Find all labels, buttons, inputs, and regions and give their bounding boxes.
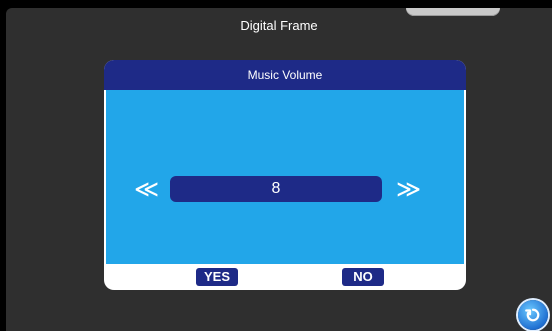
return-icon[interactable] [518, 300, 548, 330]
dialog-body: ≪ 8 ≫ [106, 90, 464, 264]
app-title: Digital Frame [240, 18, 318, 33]
decrease-volume-button[interactable]: ≪ [134, 178, 159, 202]
dialog-title: Music Volume [104, 60, 466, 90]
yes-button[interactable]: YES [196, 268, 238, 286]
return-arrow-icon [525, 308, 540, 322]
no-button[interactable]: NO [342, 268, 384, 286]
top-tab [406, 8, 500, 16]
increase-volume-button[interactable]: ≫ [396, 178, 421, 202]
device-screen: Digital Frame Music Volume ≪ 8 ≫ YES NO [6, 8, 552, 331]
volume-dialog: Music Volume ≪ 8 ≫ YES NO [104, 60, 466, 290]
volume-value: 8 [170, 176, 382, 202]
